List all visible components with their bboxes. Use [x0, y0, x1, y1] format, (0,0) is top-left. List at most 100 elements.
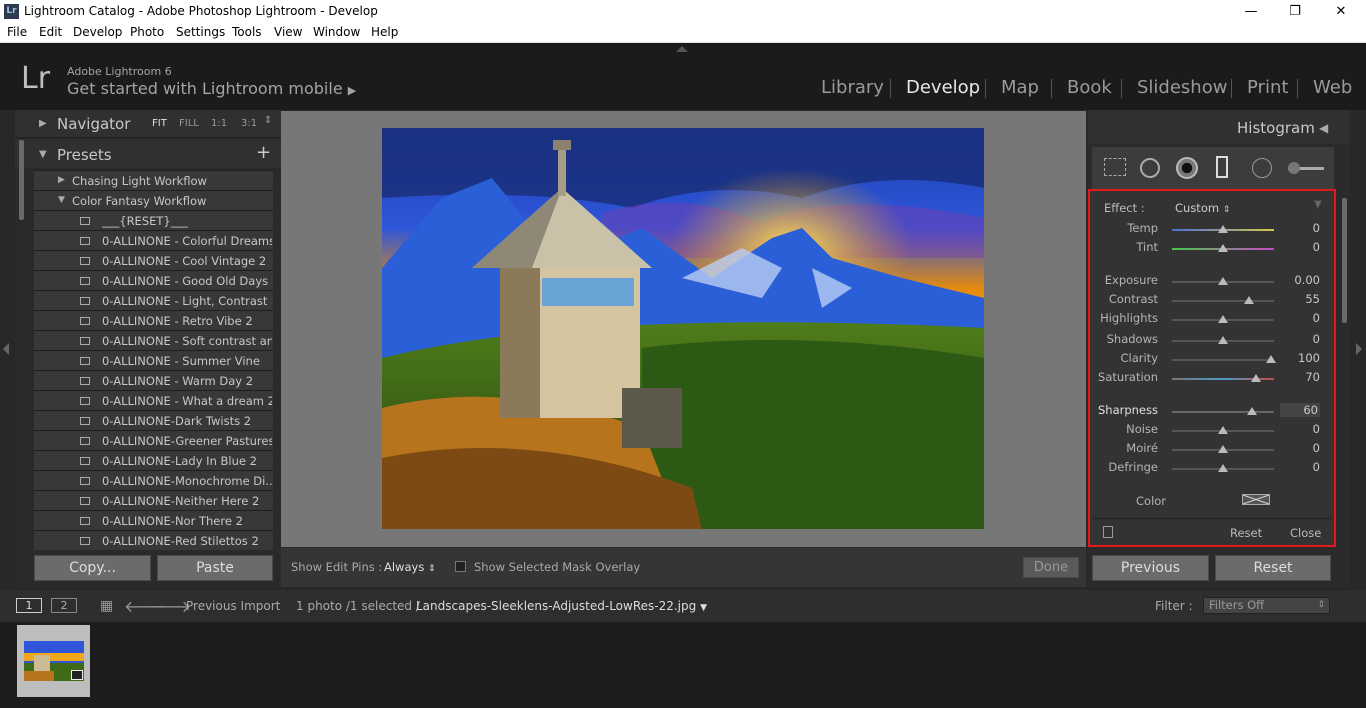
preset-item[interactable]: 0-ALLINONE - Good Old Days 2: [34, 270, 273, 290]
zoom-fit[interactable]: FIT: [152, 118, 167, 129]
module-book[interactable]: Book: [1067, 77, 1112, 98]
slider-knob[interactable]: [1218, 426, 1228, 434]
module-map[interactable]: Map: [1001, 77, 1039, 98]
slider-value[interactable]: 0: [1280, 422, 1320, 436]
menu-settings[interactable]: Settings: [176, 25, 225, 39]
collapse-left-arrow-icon[interactable]: [3, 343, 9, 355]
zoom-fill[interactable]: FILL: [179, 118, 199, 129]
show-edit-pins-select[interactable]: Always ⇕: [384, 560, 436, 574]
slider-knob[interactable]: [1218, 225, 1228, 233]
slider-knob[interactable]: [1218, 244, 1228, 252]
filter-select[interactable]: Filters Off ⇕: [1203, 597, 1330, 614]
secondary-window-button[interactable]: 2: [51, 598, 77, 613]
effect-select[interactable]: Custom ⇕: [1175, 201, 1230, 215]
filmstrip-source[interactable]: Previous Import: [186, 599, 280, 613]
panel-collapse-icon[interactable]: ▼: [1314, 199, 1322, 210]
collapse-top-arrow-icon[interactable]: [676, 46, 688, 52]
preset-item[interactable]: 0-ALLINONE - Warm Day 2: [34, 370, 273, 390]
menu-view[interactable]: View: [274, 25, 302, 39]
menu-tools[interactable]: Tools: [232, 25, 262, 39]
slider-track[interactable]: [1172, 411, 1274, 413]
slider-value[interactable]: 0.00: [1280, 273, 1320, 287]
slider-knob[interactable]: [1246, 407, 1257, 415]
reset-button[interactable]: Reset: [1215, 555, 1331, 581]
done-button[interactable]: Done: [1023, 557, 1079, 578]
paste-button[interactable]: Paste: [157, 555, 273, 581]
preset-item[interactable]: 0-ALLINONE - Colorful Dreams 2: [34, 230, 273, 250]
preset-item[interactable]: 0-ALLINONE - Cool Vintage 2: [34, 250, 273, 270]
preset-item[interactable]: 0-ALLINONE-Nor There 2: [34, 510, 273, 530]
collapse-right-arrow-icon[interactable]: [1356, 343, 1362, 355]
menu-develop[interactable]: Develop: [73, 25, 122, 39]
slider-track[interactable]: [1172, 359, 1274, 361]
copy-button[interactable]: Copy...: [34, 555, 151, 581]
slider-value[interactable]: 0: [1280, 221, 1320, 235]
menu-help[interactable]: Help: [371, 25, 398, 39]
preset-item[interactable]: 0-ALLINONE-Monochrome Di...: [34, 470, 273, 490]
graduated-filter-icon[interactable]: [1216, 156, 1228, 178]
close-link[interactable]: Close: [1290, 526, 1321, 540]
slider-value[interactable]: 55: [1280, 292, 1320, 306]
panel-toggle-switch-icon[interactable]: [1103, 526, 1113, 538]
slider-value[interactable]: 100: [1280, 351, 1320, 365]
collapse-histogram-icon[interactable]: ◀: [1319, 121, 1328, 135]
slider-knob[interactable]: [1218, 336, 1228, 344]
slider-knob[interactable]: [1250, 374, 1261, 382]
add-preset-icon[interactable]: +: [256, 142, 271, 163]
zoom-1-1[interactable]: 1:1: [211, 118, 227, 129]
slider-knob[interactable]: [1218, 277, 1228, 285]
slider-value[interactable]: 0: [1280, 311, 1320, 325]
close-window-button[interactable]: ✕: [1318, 2, 1364, 21]
slider-knob[interactable]: [1218, 445, 1228, 453]
navigator-header[interactable]: ▶ Navigator FIT FILL 1:1 3:1 ⇕: [15, 110, 281, 138]
slider-knob[interactable]: [1243, 296, 1254, 304]
image-canvas[interactable]: [281, 111, 1086, 547]
maximize-button[interactable]: ❐: [1272, 2, 1318, 21]
preset-item[interactable]: 0-ALLINONE-Lady In Blue 2: [34, 450, 273, 470]
module-library[interactable]: Library: [821, 77, 884, 98]
slider-value[interactable]: 0: [1280, 332, 1320, 346]
slider-value[interactable]: 70: [1280, 370, 1320, 384]
preset-item[interactable]: 0-ALLINONE-Red Stilettos 2: [34, 530, 273, 550]
mask-overlay-checkbox[interactable]: [455, 561, 466, 572]
module-print[interactable]: Print: [1247, 77, 1288, 98]
menu-file[interactable]: File: [7, 25, 27, 39]
spot-removal-icon[interactable]: [1140, 158, 1160, 178]
module-slideshow[interactable]: Slideshow: [1137, 77, 1227, 98]
menu-edit[interactable]: Edit: [39, 25, 62, 39]
crop-tool-icon[interactable]: [1104, 158, 1126, 176]
module-web[interactable]: Web: [1313, 77, 1352, 98]
presets-header[interactable]: ▼ Presets +: [15, 140, 281, 168]
preset-item[interactable]: 0-ALLINONE - What a dream 2: [34, 390, 273, 410]
preset-item[interactable]: 0-ALLINONE - Soft contrast an...: [34, 330, 273, 350]
slider-value[interactable]: 0: [1280, 240, 1320, 254]
right-panel-scrollbar[interactable]: [1342, 198, 1347, 323]
filename-select[interactable]: Landscapes-Sleeklens-Adjusted-LowRes-22.…: [416, 599, 707, 613]
menu-photo[interactable]: Photo: [130, 25, 164, 39]
preset-item[interactable]: 0-ALLINONE - Retro Vibe 2: [34, 310, 273, 330]
slider-value[interactable]: 0: [1280, 441, 1320, 455]
grid-view-icon[interactable]: ▦: [100, 598, 113, 614]
mobile-prompt-link[interactable]: Get started with Lightroom mobile ▶: [67, 79, 356, 98]
previous-button[interactable]: Previous: [1092, 555, 1209, 581]
histogram-header[interactable]: Histogram ◀: [1088, 110, 1350, 144]
preset-item[interactable]: 0-ALLINONE-Neither Here 2: [34, 490, 273, 510]
slider-value[interactable]: 0: [1280, 460, 1320, 474]
left-panel-scrollbar[interactable]: [19, 140, 24, 220]
preset-folder-chasing-light[interactable]: ▶ Chasing Light Workflow: [34, 170, 273, 190]
zoom-stepper-icon[interactable]: ⇕: [264, 115, 272, 126]
preset-item[interactable]: 0-ALLINONE - Summer Vine: [34, 350, 273, 370]
slider-knob[interactable]: [1218, 464, 1228, 472]
radial-filter-icon[interactable]: [1252, 158, 1272, 178]
slider-knob[interactable]: [1218, 315, 1228, 323]
slider-track[interactable]: [1172, 300, 1274, 302]
menu-window[interactable]: Window: [313, 25, 360, 39]
filmstrip-thumbnail[interactable]: [17, 625, 90, 697]
preset-folder-color-fantasy[interactable]: ▼ Color Fantasy Workflow: [34, 190, 273, 210]
forward-arrow-icon[interactable]: 🡒: [148, 596, 191, 616]
preset-item[interactable]: 0-ALLINONE-Dark Twists 2: [34, 410, 273, 430]
preset-item[interactable]: 0-ALLINONE-Greener Pastures 2: [34, 430, 273, 450]
red-eye-icon[interactable]: [1176, 157, 1198, 179]
module-develop[interactable]: Develop: [906, 77, 980, 98]
minimize-button[interactable]: —: [1228, 2, 1274, 21]
